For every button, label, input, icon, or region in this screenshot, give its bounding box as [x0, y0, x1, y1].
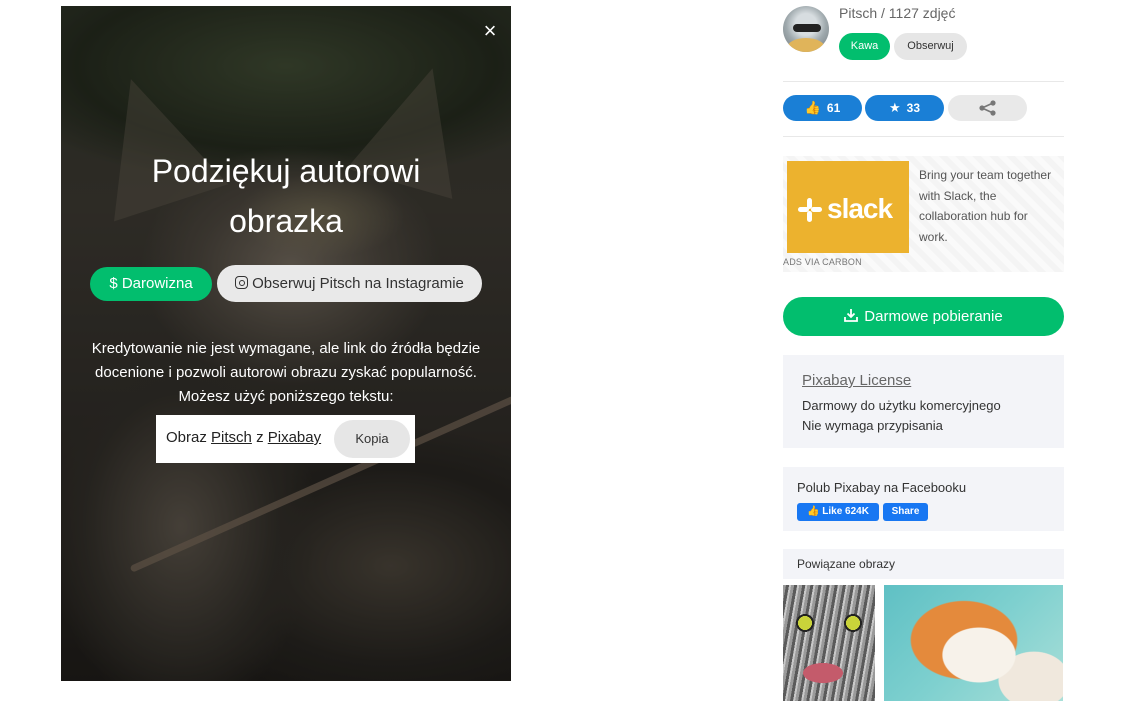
author-avatar[interactable] — [783, 6, 829, 52]
related-images-heading: Powiązane obrazy — [783, 549, 1064, 579]
instagram-follow-button[interactable]: Obserwuj Pitsch na Instagramie — [217, 265, 482, 302]
carbon-ad[interactable]: slack Bring your team together with Slac… — [783, 156, 1064, 272]
like-count: 61 — [826, 101, 841, 115]
attribution-middle: z — [256, 429, 264, 446]
thumbs-up-icon: 👍 — [804, 100, 821, 115]
title-line-2: obrazka — [229, 203, 343, 239]
favorite-button[interactable]: ★ 33 — [865, 95, 944, 121]
donate-button[interactable]: $ Darowizna — [90, 267, 212, 301]
ad-text[interactable]: Bring your team together with Slack, the… — [919, 165, 1059, 247]
copy-button[interactable]: Kopia — [334, 420, 410, 458]
facebook-thumb-icon: 👍 — [807, 506, 820, 517]
instagram-icon — [235, 276, 249, 289]
license-attribution: Nie wymaga przypisania — [802, 418, 943, 433]
divider — [783, 136, 1064, 137]
star-icon: ★ — [888, 100, 901, 115]
credit-text: Kredytowanie nie jest wymagane, ale link… — [91, 340, 481, 405]
author-link[interactable]: Pitsch — [211, 429, 252, 446]
divider — [783, 81, 1064, 82]
slack-wordmark: slack — [827, 193, 893, 224]
close-icon[interactable]: × — [479, 20, 501, 42]
slack-icon — [798, 198, 822, 222]
pixabay-link[interactable]: Pixabay — [268, 429, 321, 446]
related-thumbnail[interactable] — [884, 585, 1063, 701]
slack-logo[interactable]: slack — [787, 161, 909, 253]
facebook-panel: Polub Pixabay na Facebooku 👍 Like 624K S… — [783, 467, 1064, 531]
favorite-count: 33 — [906, 101, 920, 115]
facebook-share-button[interactable]: Share — [883, 503, 928, 521]
attribution-text: Obraz Pitsch z Pixabay — [166, 429, 321, 446]
facebook-like-button[interactable]: 👍 Like 624K — [797, 503, 879, 521]
ads-via-carbon[interactable]: ADS VIA CARBON — [783, 257, 862, 267]
share-button[interactable] — [948, 95, 1027, 121]
instagram-follow-label: Obserwuj Pitsch na Instagramie — [252, 275, 464, 292]
related-thumbnail[interactable] — [783, 585, 875, 701]
facebook-title: Polub Pixabay na Facebooku — [797, 480, 967, 495]
pixabay-license-link[interactable]: Pixabay License — [802, 372, 911, 389]
download-icon — [844, 297, 859, 336]
share-icon — [979, 100, 996, 116]
download-label: Darmowe pobieranie — [864, 308, 1003, 325]
license-panel: Pixabay License Darmowy do użytku komerc… — [783, 355, 1064, 448]
like-button[interactable]: 👍 61 — [783, 95, 862, 121]
attribution-box: Obraz Pitsch z Pixabay Kopia — [156, 415, 415, 463]
coffee-button[interactable]: Kawa — [839, 33, 890, 60]
license-commercial: Darmowy do użytku komercyjnego — [802, 398, 1001, 413]
author-name-count[interactable]: Pitsch / 1127 zdjęć — [839, 5, 955, 21]
free-download-button[interactable]: Darmowe pobieranie — [783, 297, 1064, 336]
facebook-like-label: Like 624K — [822, 506, 869, 517]
title-line-1: Podziękuj autorowi — [151, 153, 421, 189]
follow-button[interactable]: Obserwuj — [894, 33, 967, 60]
attribution-prefix: Obraz — [166, 429, 207, 446]
thank-author-title: Podziękuj autorowi obrazka — [61, 146, 511, 246]
